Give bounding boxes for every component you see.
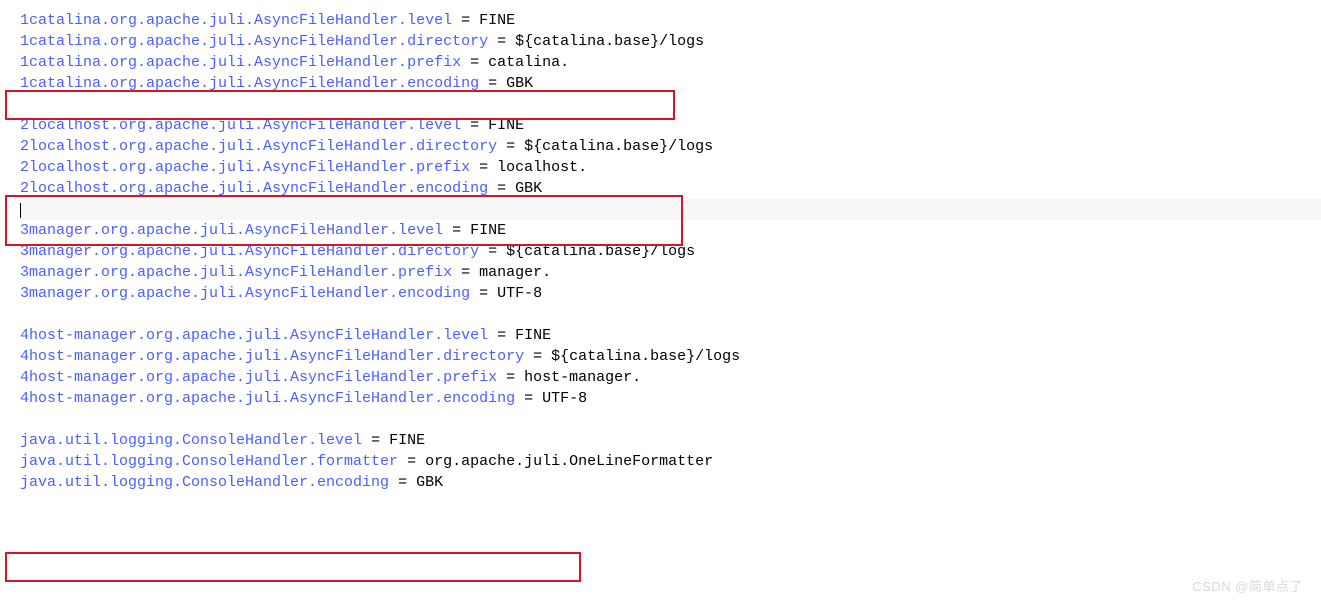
property-value: localhost.	[497, 159, 587, 176]
property-value: org.apache.juli.OneLineFormatter	[425, 453, 713, 470]
property-value: GBK	[506, 75, 533, 92]
property-value: catalina.	[488, 54, 569, 71]
code-line[interactable]: 4host-manager.org.apache.juli.AsyncFileH…	[20, 388, 1321, 409]
code-line[interactable]: 3manager.org.apache.juli.AsyncFileHandle…	[20, 283, 1321, 304]
property-value: host-manager.	[524, 369, 641, 386]
property-key: 1catalina.org.apache.juli.AsyncFileHandl…	[20, 12, 452, 29]
property-value: ${catalina.base}/logs	[551, 348, 740, 365]
property-key: java.util.logging.ConsoleHandler.level	[20, 432, 362, 449]
property-key: java.util.logging.ConsoleHandler.formatt…	[20, 453, 398, 470]
code-line[interactable]: java.util.logging.ConsoleHandler.formatt…	[20, 451, 1321, 472]
equals-sign: =	[389, 474, 416, 491]
code-line[interactable]: 2localhost.org.apache.juli.AsyncFileHand…	[20, 178, 1321, 199]
property-key: 4host-manager.org.apache.juli.AsyncFileH…	[20, 348, 524, 365]
code-line[interactable]: 4host-manager.org.apache.juli.AsyncFileH…	[20, 325, 1321, 346]
equals-sign: =	[524, 348, 551, 365]
equals-sign: =	[461, 54, 488, 71]
text-cursor	[20, 203, 21, 218]
property-key: 4host-manager.org.apache.juli.AsyncFileH…	[20, 369, 497, 386]
code-line[interactable]: java.util.logging.ConsoleHandler.level =…	[20, 430, 1321, 451]
equals-sign: =	[497, 138, 524, 155]
property-value: GBK	[416, 474, 443, 491]
equals-sign: =	[443, 222, 470, 239]
property-value: UTF-8	[542, 390, 587, 407]
property-key: 2localhost.org.apache.juli.AsyncFileHand…	[20, 138, 497, 155]
code-line[interactable]: 4host-manager.org.apache.juli.AsyncFileH…	[20, 346, 1321, 367]
property-key: 2localhost.org.apache.juli.AsyncFileHand…	[20, 180, 488, 197]
property-key: 3manager.org.apache.juli.AsyncFileHandle…	[20, 285, 470, 302]
equals-sign: =	[452, 12, 479, 29]
code-line[interactable]: 3manager.org.apache.juli.AsyncFileHandle…	[20, 220, 1321, 241]
equals-sign: =	[470, 159, 497, 176]
property-key: 4host-manager.org.apache.juli.AsyncFileH…	[20, 327, 488, 344]
code-line[interactable]: 3manager.org.apache.juli.AsyncFileHandle…	[20, 241, 1321, 262]
equals-sign: =	[479, 243, 506, 260]
property-value: ${catalina.base}/logs	[515, 33, 704, 50]
property-key: java.util.logging.ConsoleHandler.encodin…	[20, 474, 389, 491]
property-value: manager.	[479, 264, 551, 281]
property-key: 3manager.org.apache.juli.AsyncFileHandle…	[20, 222, 443, 239]
equals-sign: =	[488, 180, 515, 197]
code-line[interactable]: 2localhost.org.apache.juli.AsyncFileHand…	[20, 136, 1321, 157]
property-key: 4host-manager.org.apache.juli.AsyncFileH…	[20, 390, 515, 407]
code-line[interactable]: 1catalina.org.apache.juli.AsyncFileHandl…	[20, 73, 1321, 94]
code-line[interactable]: 4host-manager.org.apache.juli.AsyncFileH…	[20, 367, 1321, 388]
equals-sign: =	[470, 285, 497, 302]
code-line[interactable]	[20, 409, 1321, 430]
code-line[interactable]: 1catalina.org.apache.juli.AsyncFileHandl…	[20, 31, 1321, 52]
property-key: 1catalina.org.apache.juli.AsyncFileHandl…	[20, 75, 479, 92]
property-value: UTF-8	[497, 285, 542, 302]
code-line[interactable]	[20, 94, 1321, 115]
code-line[interactable]: 3manager.org.apache.juli.AsyncFileHandle…	[20, 262, 1321, 283]
property-key: 1catalina.org.apache.juli.AsyncFileHandl…	[20, 33, 488, 50]
property-key: 3manager.org.apache.juli.AsyncFileHandle…	[20, 243, 479, 260]
equals-sign: =	[362, 432, 389, 449]
property-value: FINE	[515, 327, 551, 344]
equals-sign: =	[452, 264, 479, 281]
code-line[interactable]: 1catalina.org.apache.juli.AsyncFileHandl…	[20, 10, 1321, 31]
property-value: FINE	[470, 222, 506, 239]
equals-sign: =	[497, 369, 524, 386]
code-line[interactable]	[20, 199, 1321, 220]
equals-sign: =	[461, 117, 488, 134]
watermark-text: CSDN @简单点了	[1192, 576, 1303, 597]
code-editor[interactable]: 1catalina.org.apache.juli.AsyncFileHandl…	[0, 0, 1321, 493]
property-value: FINE	[488, 117, 524, 134]
property-key: 2localhost.org.apache.juli.AsyncFileHand…	[20, 159, 470, 176]
property-value: FINE	[479, 12, 515, 29]
property-value: FINE	[389, 432, 425, 449]
property-value: GBK	[515, 180, 542, 197]
equals-sign: =	[488, 327, 515, 344]
code-line[interactable]: 1catalina.org.apache.juli.AsyncFileHandl…	[20, 52, 1321, 73]
equals-sign: =	[398, 453, 425, 470]
code-line[interactable]: java.util.logging.ConsoleHandler.encodin…	[20, 472, 1321, 493]
property-key: 2localhost.org.apache.juli.AsyncFileHand…	[20, 117, 461, 134]
highlight-box	[5, 552, 581, 582]
equals-sign: =	[515, 390, 542, 407]
code-line[interactable]: 2localhost.org.apache.juli.AsyncFileHand…	[20, 115, 1321, 136]
code-line[interactable]	[20, 304, 1321, 325]
property-key: 1catalina.org.apache.juli.AsyncFileHandl…	[20, 54, 461, 71]
code-line[interactable]: 2localhost.org.apache.juli.AsyncFileHand…	[20, 157, 1321, 178]
property-key: 3manager.org.apache.juli.AsyncFileHandle…	[20, 264, 452, 281]
equals-sign: =	[479, 75, 506, 92]
equals-sign: =	[488, 33, 515, 50]
property-value: ${catalina.base}/logs	[524, 138, 713, 155]
property-value: ${catalina.base}/logs	[506, 243, 695, 260]
